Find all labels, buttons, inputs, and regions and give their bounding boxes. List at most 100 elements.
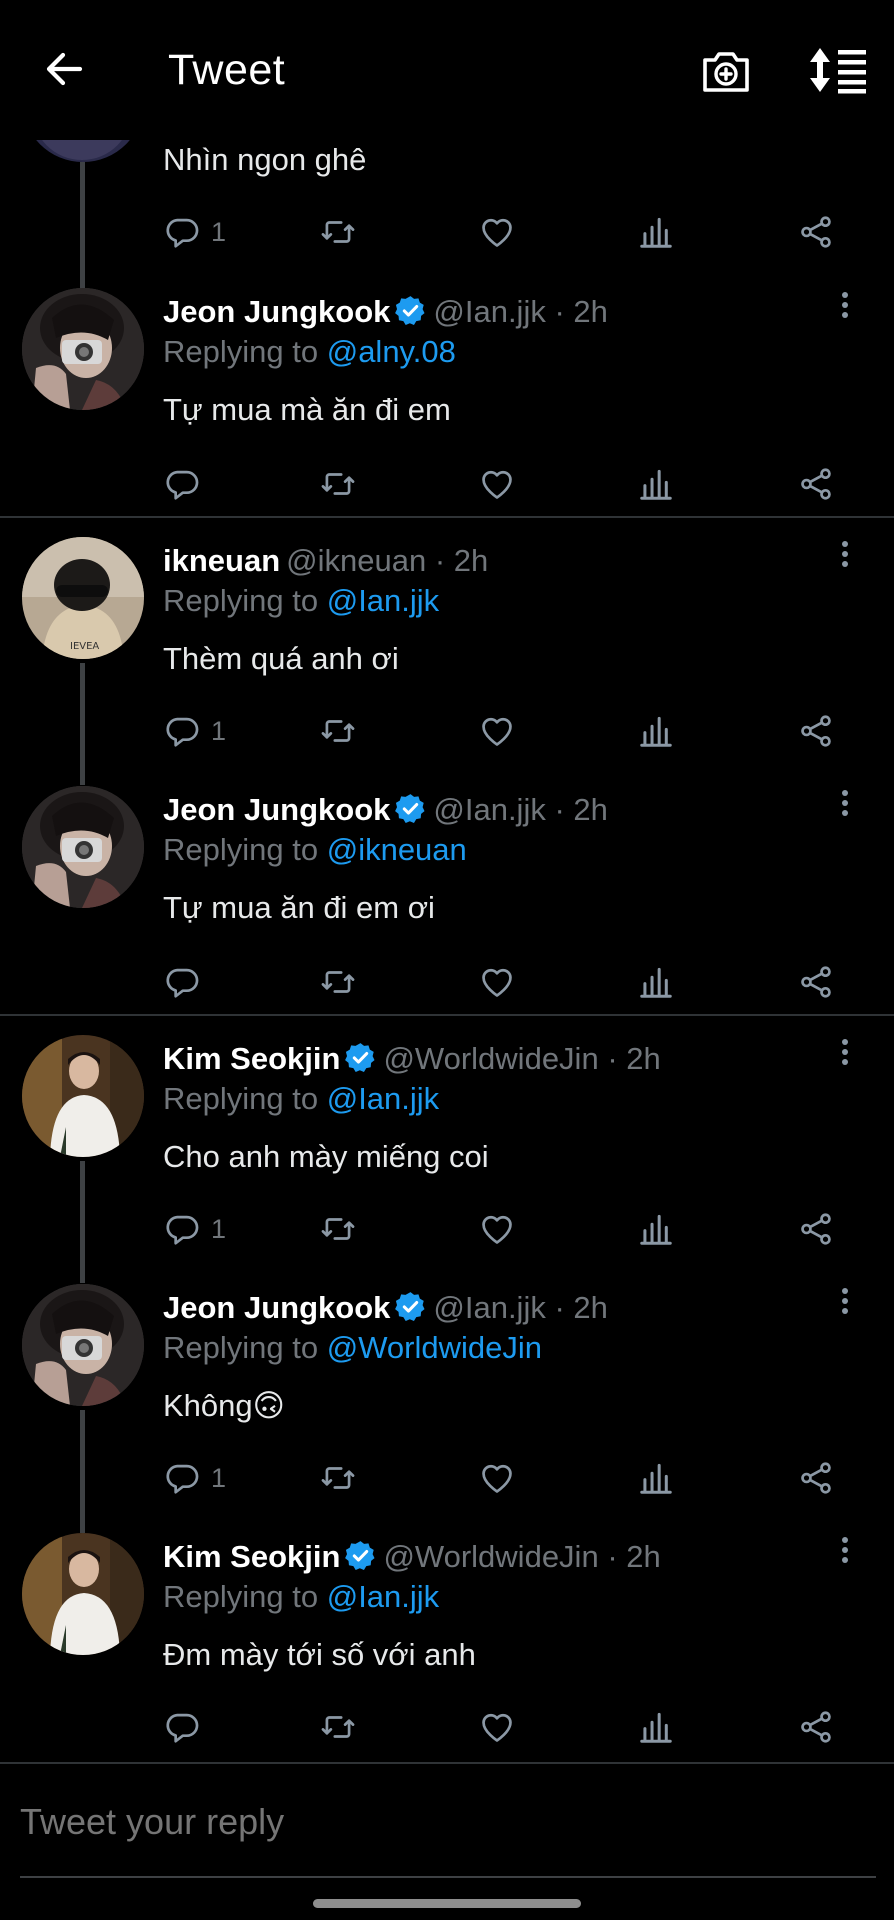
avatar[interactable] [22, 537, 144, 659]
home-indicator[interactable] [313, 1899, 581, 1908]
display-name[interactable]: Jeon Jungkook [163, 1290, 390, 1325]
view-stats-button[interactable] [637, 462, 675, 506]
reply-button[interactable]: 1 [163, 1207, 226, 1251]
replying-label: Replying to [163, 1579, 319, 1614]
reply-button[interactable] [163, 462, 211, 506]
handle[interactable]: @Ian.jjk [433, 792, 545, 827]
more-options-button[interactable] [830, 1037, 860, 1077]
share-button[interactable] [797, 709, 835, 753]
tweet-author-line: ikneuan @ikneuan · 2h [163, 543, 488, 579]
share-button[interactable] [797, 960, 835, 1004]
reply-button[interactable] [163, 960, 211, 1004]
back-button[interactable] [40, 44, 90, 94]
tweet[interactable]: Kim Seokjin @WorldwideJin · 2h Replying t… [0, 1533, 894, 1761]
tweet-text: Không🙃 [163, 1388, 285, 1423]
tweet-actions: 1 [163, 709, 853, 753]
tweet-actions: 1 [163, 1207, 853, 1251]
view-stats-button[interactable] [637, 709, 675, 753]
view-stats-button[interactable] [637, 1705, 675, 1749]
share-button[interactable] [797, 462, 835, 506]
retweet-button[interactable] [319, 1456, 357, 1500]
camera-button[interactable] [700, 46, 752, 96]
tweet[interactable]: Jeon Jungkook @Ian.jjk · 2h Replying to @… [0, 786, 894, 1014]
display-name[interactable]: Jeon Jungkook [163, 792, 390, 827]
retweet-button[interactable] [319, 462, 357, 506]
more-vertical-icon [840, 1535, 850, 1565]
tweet[interactable]: Jeon Jungkook @Ian.jjk · 2h Replying to @… [0, 288, 894, 516]
tweet-author-line: Jeon Jungkook @Ian.jjk · 2h [163, 792, 608, 828]
replying-to-link[interactable]: @WorldwideJin [327, 1330, 542, 1365]
stats-icon [637, 1459, 675, 1497]
stats-icon [637, 213, 675, 251]
like-button[interactable] [478, 1705, 516, 1749]
share-button[interactable] [797, 1207, 835, 1251]
view-stats-button[interactable] [637, 1456, 675, 1500]
like-button[interactable] [478, 1456, 516, 1500]
more-vertical-icon [840, 788, 850, 818]
avatar-image [22, 1284, 144, 1406]
more-options-button[interactable] [830, 539, 860, 579]
view-stats-button[interactable] [637, 1207, 675, 1251]
like-button[interactable] [478, 1207, 516, 1251]
handle[interactable]: @WorldwideJin [383, 1539, 598, 1574]
tweet-author-line: Kim Seokjin @WorldwideJin · 2h [163, 1041, 661, 1077]
more-vertical-icon [840, 1286, 850, 1316]
reply-button[interactable]: 1 [163, 1456, 226, 1500]
like-button[interactable] [478, 960, 516, 1004]
tweet[interactable]: ikneuan @ikneuan · 2h Replying to @Ian.jj… [0, 537, 894, 785]
handle[interactable]: @ikneuan [286, 543, 426, 578]
more-options-button[interactable] [830, 1286, 860, 1326]
more-options-button[interactable] [830, 290, 860, 330]
view-stats-button[interactable] [637, 210, 675, 254]
tweet[interactable]: Jeon Jungkook @Ian.jjk · 2h Replying to @… [0, 1284, 894, 1533]
retweet-icon [319, 963, 357, 1001]
replying-to-link[interactable]: @Ian.jjk [327, 1081, 439, 1116]
more-options-button[interactable] [830, 788, 860, 828]
avatar[interactable] [22, 288, 144, 410]
retweet-button[interactable] [319, 960, 357, 1004]
share-button[interactable] [797, 1456, 835, 1500]
display-name[interactable]: Kim Seokjin [163, 1041, 340, 1076]
reply-button[interactable]: 1 [163, 709, 226, 753]
stats-icon [637, 963, 675, 1001]
like-button[interactable] [478, 210, 516, 254]
replying-to-link[interactable]: @alny.08 [327, 334, 456, 369]
avatar[interactable] [22, 786, 144, 908]
share-button[interactable] [797, 210, 835, 254]
replying-to-line: Replying to @Ian.jjk [163, 1579, 439, 1615]
like-button[interactable] [478, 462, 516, 506]
tweet[interactable]: Kim Seokjin @WorldwideJin · 2h Replying t… [0, 1035, 894, 1283]
replying-to-link[interactable]: @ikneuan [327, 832, 467, 867]
verified-badge-icon [344, 1041, 377, 1074]
handle[interactable]: @Ian.jjk [433, 294, 545, 329]
reply-input[interactable] [20, 1792, 880, 1852]
sort-replies-button[interactable] [806, 44, 868, 96]
more-vertical-icon [840, 290, 850, 320]
replying-to-link[interactable]: @Ian.jjk [327, 1579, 439, 1614]
tweet-text: Tự mua ăn đi em ơi [163, 890, 435, 925]
replying-to-line: Replying to @alny.08 [163, 334, 456, 370]
avatar[interactable] [22, 1533, 144, 1655]
replying-to-link[interactable]: @Ian.jjk [327, 583, 439, 618]
retweet-button[interactable] [319, 709, 357, 753]
view-stats-button[interactable] [637, 960, 675, 1004]
retweet-button[interactable] [319, 210, 357, 254]
share-icon [797, 465, 835, 503]
display-name[interactable]: ikneuan [163, 543, 280, 578]
display-name[interactable]: Kim Seokjin [163, 1539, 340, 1574]
more-options-button[interactable] [830, 1535, 860, 1575]
avatar[interactable] [22, 1284, 144, 1406]
thread-line [80, 1161, 85, 1283]
share-button[interactable] [797, 1705, 835, 1749]
handle[interactable]: @WorldwideJin [383, 1041, 598, 1076]
handle[interactable]: @Ian.jjk [433, 1290, 545, 1325]
retweet-icon [319, 213, 357, 251]
like-button[interactable] [478, 709, 516, 753]
retweet-button[interactable] [319, 1207, 357, 1251]
avatar[interactable] [22, 1035, 144, 1157]
stats-icon [637, 712, 675, 750]
reply-button[interactable]: 1 [163, 210, 226, 254]
retweet-button[interactable] [319, 1705, 357, 1749]
reply-button[interactable] [163, 1705, 211, 1749]
display-name[interactable]: Jeon Jungkook [163, 294, 390, 329]
